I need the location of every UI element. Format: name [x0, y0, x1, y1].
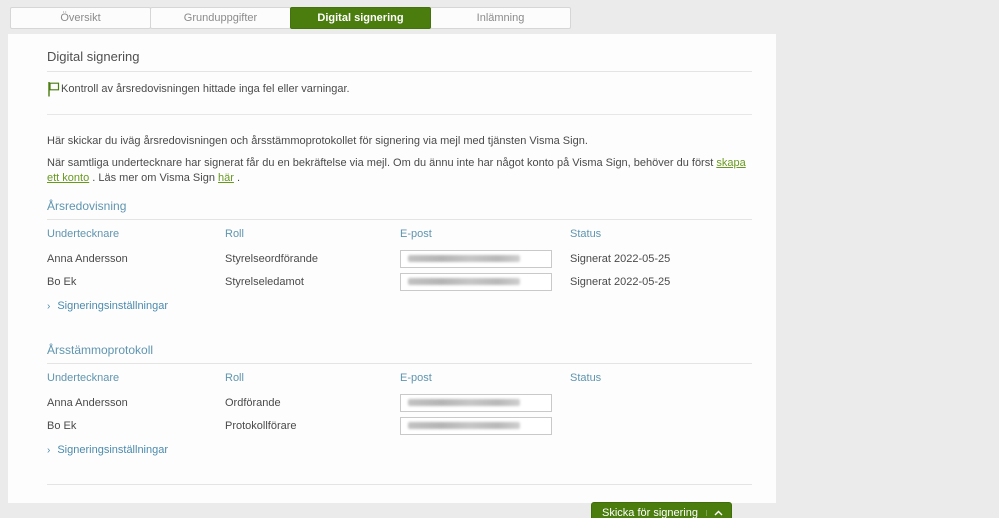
col-header-undertecknare: Undertecknare — [47, 228, 225, 240]
section-title-arsstammoprotokoll: Årsstämmoprotokoll — [47, 343, 752, 364]
intro-paragraph-1: Här skickar du iväg årsredovisningen och… — [47, 134, 752, 148]
chevron-up-icon — [706, 510, 723, 516]
col-header-status: Status — [570, 372, 752, 384]
table-row: Anna Andersson Ordförande — [47, 391, 752, 414]
signer-status: Signerat 2022-05-25 — [570, 276, 752, 288]
chevron-right-icon: › — [47, 445, 50, 456]
col-header-roll: Roll — [225, 228, 400, 240]
intro2-text-1: När samtliga undertecknare har signerat … — [47, 157, 716, 169]
col-header-status: Status — [570, 228, 752, 240]
signer-name: Anna Andersson — [47, 253, 225, 265]
table-row: Bo Ek Styrelseledamot Signerat 2022-05-2… — [47, 270, 752, 293]
tab-grunduppgifter[interactable]: Grunduppgifter — [150, 7, 291, 29]
email-input[interactable] — [400, 394, 552, 412]
tab-oversikt[interactable]: Översikt — [10, 7, 151, 29]
table-row: Anna Andersson Styrelseordförande Signer… — [47, 247, 752, 270]
redacted-email-blur — [408, 255, 520, 262]
table-header-row: Undertecknare Roll E-post Status — [47, 228, 752, 247]
intro-paragraph-2: När samtliga undertecknare har signerat … — [47, 156, 752, 186]
signer-role: Styrelseledamot — [225, 276, 400, 288]
send-for-signing-button[interactable]: Skicka för signering — [591, 502, 732, 518]
validation-message-row: Kontroll av årsredovisningen hittade ing… — [47, 81, 752, 115]
col-header-undertecknare: Undertecknare — [47, 372, 225, 384]
col-header-roll: Roll — [225, 372, 400, 384]
intro2-text-2: . Läs mer om Visma Sign — [89, 172, 218, 184]
table-header-row: Undertecknare Roll E-post Status — [47, 372, 752, 391]
email-input[interactable] — [400, 273, 552, 291]
signing-settings-link-arsstammoprotokoll[interactable]: › Signeringsinställningar — [47, 444, 168, 456]
signer-name: Bo Ek — [47, 420, 225, 432]
signer-role: Styrelseordförande — [225, 253, 400, 265]
redacted-email-blur — [408, 422, 520, 429]
footer-actions: Skicka för signering — [47, 502, 752, 518]
intro2-text-3: . — [234, 172, 240, 184]
email-input[interactable] — [400, 417, 552, 435]
signer-role: Ordförande — [225, 397, 400, 409]
col-header-epost: E-post — [400, 372, 570, 384]
chevron-right-icon: › — [47, 301, 50, 312]
tab-digital-signering[interactable]: Digital signering — [290, 7, 431, 29]
read-more-link[interactable]: här — [218, 172, 234, 184]
signer-status: Signerat 2022-05-25 — [570, 253, 752, 265]
signer-role: Protokollförare — [225, 420, 400, 432]
section-title-arsredovisning: Årsredovisning — [47, 199, 752, 220]
signing-settings-label: Signeringsinställningar — [57, 300, 168, 312]
signer-name: Bo Ek — [47, 276, 225, 288]
arsredovisning-table: Undertecknare Roll E-post Status Anna An… — [47, 228, 752, 293]
tab-inlamning[interactable]: Inlämning — [430, 7, 571, 29]
arsstammoprotokoll-table: Undertecknare Roll E-post Status Anna An… — [47, 372, 752, 437]
redacted-email-blur — [408, 278, 520, 285]
bottom-divider — [47, 484, 752, 485]
redacted-email-blur — [408, 399, 520, 406]
signing-settings-label: Signeringsinställningar — [57, 444, 168, 456]
signing-settings-link-arsredovisning[interactable]: › Signeringsinställningar — [47, 300, 168, 312]
flag-icon — [47, 81, 60, 97]
page-title: Digital signering — [47, 49, 752, 72]
validation-message: Kontroll av årsredovisningen hittade ing… — [61, 83, 350, 95]
table-row: Bo Ek Protokollförare — [47, 414, 752, 437]
send-for-signing-label: Skicka för signering — [602, 507, 698, 518]
tab-bar: Översikt Grunduppgifter Digital signerin… — [10, 7, 570, 29]
email-input[interactable] — [400, 250, 552, 268]
content-card: Digital signering Kontroll av årsredovis… — [8, 34, 776, 503]
col-header-epost: E-post — [400, 228, 570, 240]
signer-name: Anna Andersson — [47, 397, 225, 409]
